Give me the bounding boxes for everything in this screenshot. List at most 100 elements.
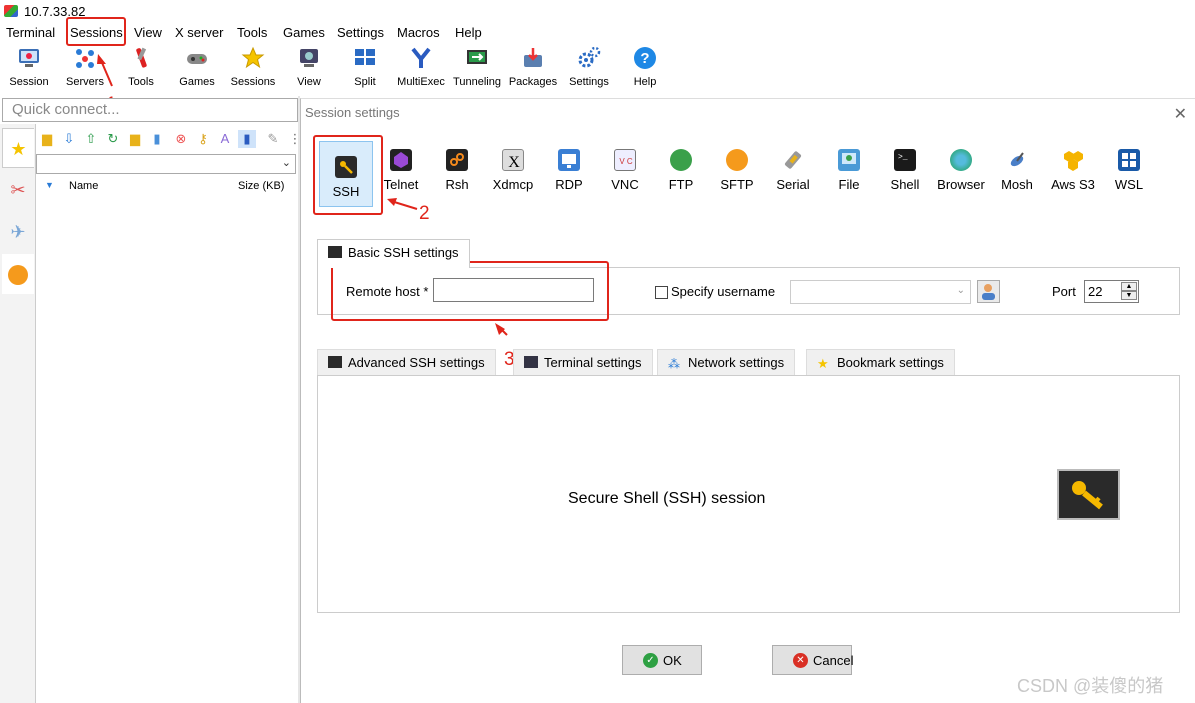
port-value: 22 bbox=[1088, 284, 1103, 299]
quick-connect-input[interactable]: Quick connect... bbox=[2, 98, 298, 122]
port-input[interactable]: 22 ▲ ▼ bbox=[1084, 280, 1139, 303]
session-type-aws-s3[interactable]: Aws S3 bbox=[1045, 149, 1101, 209]
multiexec-icon bbox=[409, 46, 433, 70]
session-type-label: Xdmcp bbox=[492, 177, 534, 192]
tab-network-settings[interactable]: ⁂ Network settings bbox=[657, 349, 796, 375]
username-combo[interactable]: ⌄ bbox=[790, 280, 971, 304]
help-icon: ? bbox=[633, 46, 657, 70]
session-type-file[interactable]: File bbox=[821, 149, 877, 209]
star-icon: ★ bbox=[10, 139, 27, 159]
menu-settings[interactable]: Settings bbox=[337, 25, 384, 40]
menu-help[interactable]: Help bbox=[455, 25, 482, 40]
menu-macros[interactable]: Macros bbox=[397, 25, 440, 40]
spin-down-icon[interactable]: ▼ bbox=[1121, 291, 1137, 300]
session-type-ftp[interactable]: FTP bbox=[653, 149, 709, 209]
aws-s3-icon bbox=[1062, 149, 1084, 171]
toolbar-tunneling-button[interactable]: Tunneling bbox=[449, 46, 505, 94]
toolbar-games-button[interactable]: Games bbox=[169, 46, 225, 94]
split-icon bbox=[353, 46, 377, 70]
toolbar-view-button[interactable]: View bbox=[281, 46, 337, 94]
vtab-sftp[interactable] bbox=[2, 254, 34, 294]
annotation-box-remote-host bbox=[331, 261, 609, 321]
session-type-mosh[interactable]: Mosh bbox=[989, 149, 1045, 209]
tab-terminal-settings[interactable]: Terminal settings bbox=[513, 349, 653, 375]
text-icon[interactable]: A bbox=[216, 130, 234, 148]
ok-button[interactable]: ✓ OK bbox=[622, 645, 702, 675]
session-type-shell[interactable]: >_ Shell bbox=[877, 149, 933, 209]
toolbar-label: Session bbox=[9, 76, 49, 88]
menu-x-server[interactable]: X server bbox=[175, 25, 223, 40]
toolbar-split-button[interactable]: Split bbox=[337, 46, 393, 94]
cancel-icon: ✕ bbox=[793, 653, 808, 668]
column-size[interactable]: Size (KB) bbox=[238, 180, 284, 192]
session-type-serial[interactable]: Serial bbox=[765, 149, 821, 209]
chevron-down-icon: ⌄ bbox=[281, 157, 291, 169]
session-type-rsh[interactable]: Rsh bbox=[429, 149, 485, 209]
toolbar-multiexec-button[interactable]: MultiExec bbox=[393, 46, 449, 94]
session-type-wsl[interactable]: WSL bbox=[1101, 149, 1157, 209]
tab-label: Advanced SSH settings bbox=[348, 355, 485, 370]
wand-icon[interactable]: ✎ bbox=[264, 130, 282, 148]
toolbar-settings-button[interactable]: Settings bbox=[561, 46, 617, 94]
download-icon[interactable]: ⇩ bbox=[60, 130, 78, 148]
menu-terminal[interactable]: Terminal bbox=[6, 25, 55, 40]
session-type-label: Browser bbox=[937, 177, 985, 192]
session-type-vnc[interactable]: V C VNC bbox=[597, 149, 653, 209]
toolbar-label: Help bbox=[633, 76, 657, 88]
toolbar-packages-button[interactable]: Packages bbox=[505, 46, 561, 94]
path-combo[interactable]: ⌄ bbox=[36, 154, 296, 174]
ftp-globe-icon bbox=[670, 149, 692, 171]
spin-up-icon[interactable]: ▲ bbox=[1121, 282, 1137, 291]
terminal-icon bbox=[524, 356, 538, 368]
column-name[interactable]: Name bbox=[69, 180, 98, 192]
specify-username-label[interactable]: Specify username bbox=[671, 284, 775, 299]
tools-icon: ✂ bbox=[10, 180, 26, 200]
session-type-browser[interactable]: Browser bbox=[933, 149, 989, 209]
new-folder-icon[interactable]: ▆ bbox=[126, 130, 144, 148]
port-spinner[interactable]: ▲ ▼ bbox=[1121, 282, 1137, 301]
sort-arrow-icon[interactable]: ▼ bbox=[45, 180, 54, 190]
vtab-tools[interactable]: ✂ bbox=[2, 170, 34, 210]
menu-games[interactable]: Games bbox=[283, 25, 325, 40]
upload-icon[interactable]: ⇧ bbox=[82, 130, 100, 148]
folder-up-icon[interactable]: ▆ bbox=[38, 130, 56, 148]
user-icon bbox=[978, 284, 999, 305]
toolbar-session-button[interactable]: Session bbox=[1, 46, 57, 94]
vtab-macros[interactable]: ✈ bbox=[2, 212, 34, 252]
tab-basic-ssh-settings[interactable]: Basic SSH settings bbox=[317, 239, 470, 268]
vtab-sessions[interactable]: ★ bbox=[2, 128, 34, 168]
new-file-icon[interactable]: ▮ bbox=[148, 130, 166, 148]
tab-advanced-ssh-settings[interactable]: Advanced SSH settings bbox=[317, 349, 496, 375]
serial-plug-icon bbox=[782, 149, 804, 171]
specify-username-checkbox[interactable] bbox=[655, 286, 668, 299]
key-icon[interactable]: ⚷ bbox=[194, 130, 212, 148]
toolbar-help-button[interactable]: ? Help bbox=[617, 46, 673, 94]
watermark: CSDN @装傻的猪 bbox=[1017, 676, 1164, 696]
session-type-label: RDP bbox=[555, 177, 583, 192]
annotation-box-sessions-menu bbox=[66, 17, 126, 46]
session-type-rdp[interactable]: RDP bbox=[541, 149, 597, 209]
user-credentials-button[interactable] bbox=[977, 280, 1000, 303]
close-icon[interactable]: ✕ bbox=[1174, 104, 1187, 124]
file-list-header: ▼ Name Size (KB) bbox=[36, 178, 298, 196]
toolbar-sessions-button[interactable]: Sessions bbox=[225, 46, 281, 94]
rsh-icon bbox=[446, 149, 468, 171]
tools-icon bbox=[129, 46, 153, 70]
svg-text:X: X bbox=[508, 154, 520, 171]
toggle-icon[interactable]: ▮ bbox=[238, 130, 256, 148]
toolbar-label: Packages bbox=[508, 76, 558, 88]
session-type-sftp[interactable]: SFTP bbox=[709, 149, 765, 209]
menu-tools[interactable]: Tools bbox=[237, 25, 267, 40]
port-label: Port bbox=[1052, 284, 1076, 299]
cancel-button[interactable]: ✕ Cancel bbox=[772, 645, 853, 675]
delete-icon[interactable]: ⊗ bbox=[172, 130, 190, 148]
tab-label: Bookmark settings bbox=[837, 355, 944, 370]
session-type-label: Serial bbox=[776, 177, 810, 192]
session-type-label: Rsh bbox=[445, 177, 469, 192]
refresh-icon[interactable]: ↻ bbox=[104, 130, 122, 148]
menu-view[interactable]: View bbox=[134, 25, 162, 40]
annotation-box-ssh bbox=[313, 135, 383, 215]
session-type-xdmcp[interactable]: X Xdmcp bbox=[485, 149, 541, 209]
tab-bookmark-settings[interactable]: ★ Bookmark settings bbox=[806, 349, 955, 375]
ok-label: OK bbox=[663, 653, 682, 668]
